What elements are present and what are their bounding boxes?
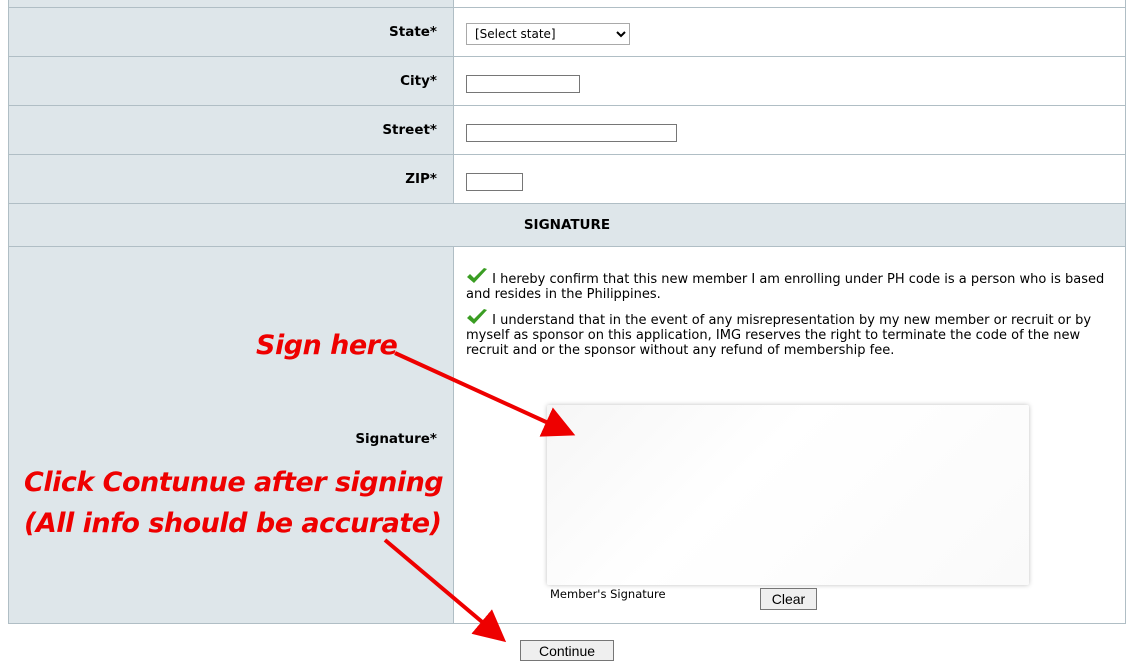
annotation-arrows <box>383 351 576 643</box>
continue-arrow <box>383 538 507 643</box>
sign-here-arrow <box>394 351 576 437</box>
